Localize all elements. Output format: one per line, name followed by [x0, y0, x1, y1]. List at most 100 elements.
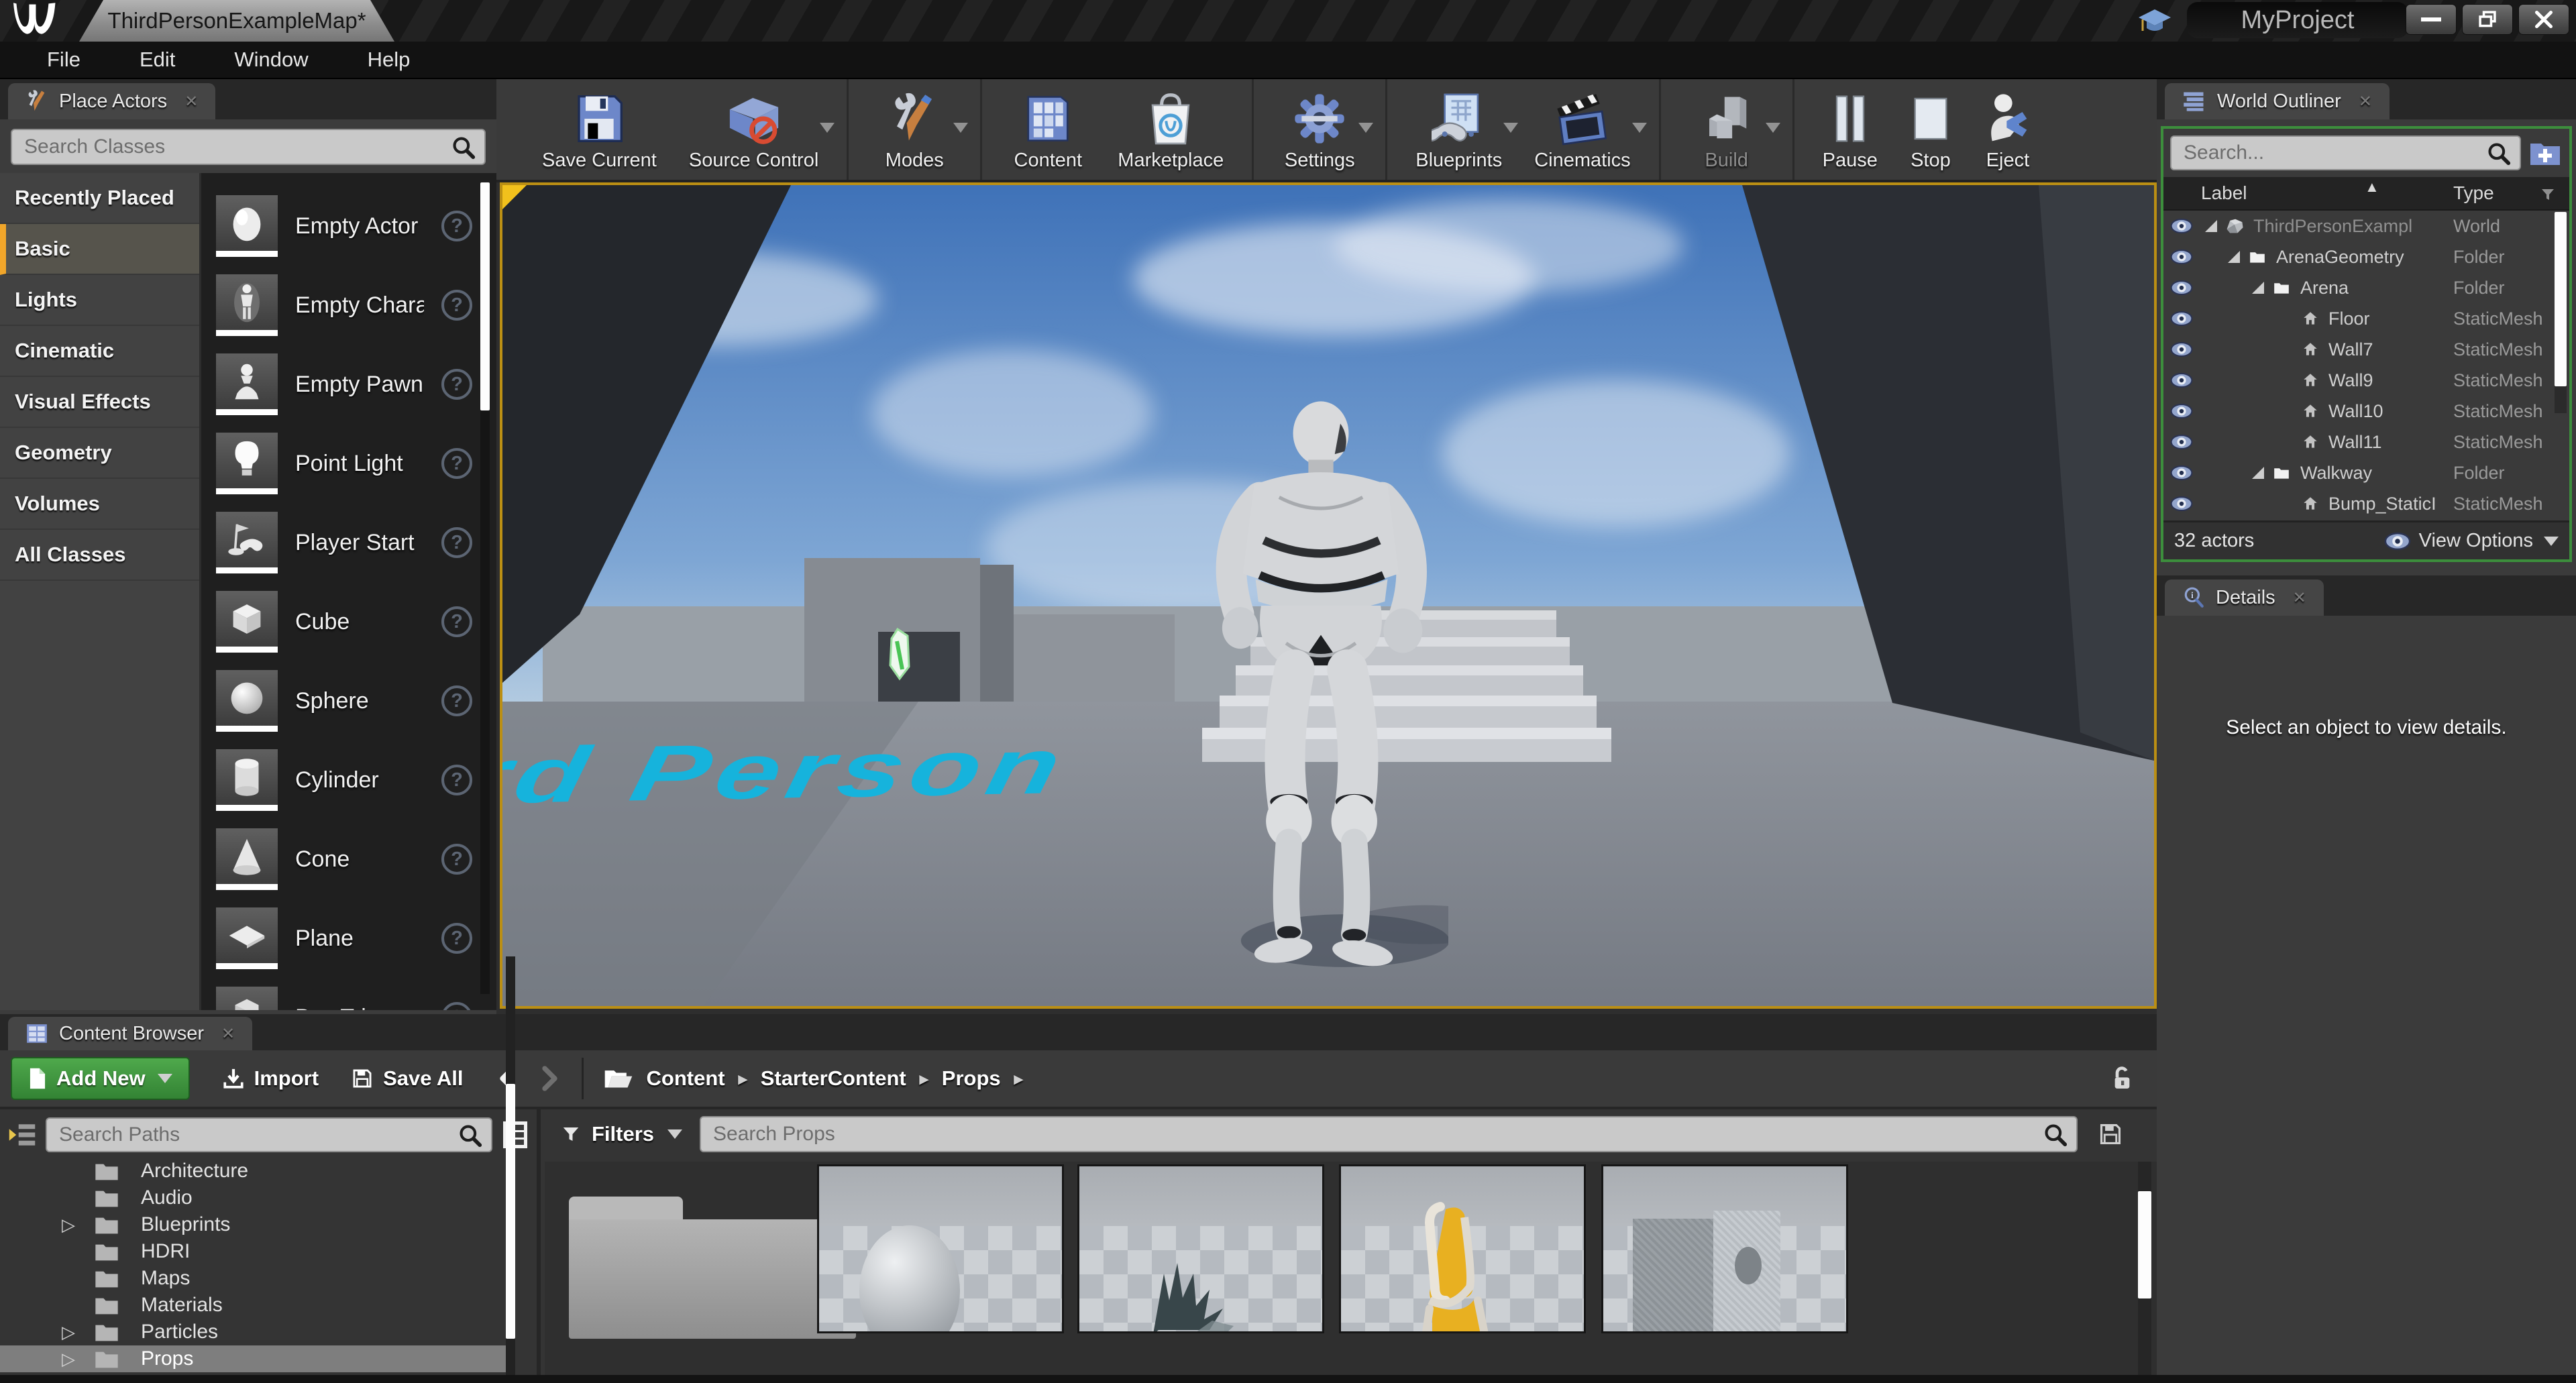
visibility-eye-icon[interactable] — [2170, 218, 2193, 234]
category-cinematic[interactable]: Cinematic — [0, 326, 199, 377]
breadcrumb-startercontent[interactable]: StarterContent — [761, 1066, 906, 1091]
eject-button[interactable]: Eject — [1968, 79, 2048, 180]
place-actors-tab[interactable]: Place Actors ✕ — [8, 83, 216, 119]
cinematics-dropdown-caret[interactable] — [1631, 123, 1647, 133]
create-folder-icon[interactable] — [2528, 138, 2563, 168]
visibility-eye-icon[interactable] — [2170, 341, 2193, 357]
visibility-eye-icon[interactable] — [2170, 465, 2193, 481]
build-dropdown-caret[interactable] — [1765, 123, 1780, 133]
forward-arrow-icon[interactable] — [535, 1065, 561, 1092]
search-assets-input[interactable] — [701, 1117, 2076, 1151]
visibility-eye-icon[interactable] — [2170, 372, 2193, 388]
category-recently-placed[interactable]: Recently Placed — [0, 173, 199, 224]
close-button[interactable] — [2518, 4, 2569, 35]
modes-button[interactable]: Modes — [861, 79, 969, 180]
folder-blueprints[interactable]: ▷ Blueprints — [0, 1211, 537, 1238]
scrollbar-thumb[interactable] — [2138, 1191, 2151, 1298]
outliner-search-input[interactable] — [2171, 137, 2520, 169]
collapse-sources-icon[interactable] — [7, 1121, 38, 1149]
table-row[interactable]: Floor StaticMesh — [2163, 303, 2569, 334]
category-lights[interactable]: Lights — [0, 275, 199, 326]
tree-scrollbar[interactable] — [506, 956, 515, 1383]
table-row[interactable]: Wall9 StaticMesh — [2163, 365, 2569, 396]
source-control-dropdown-caret[interactable] — [820, 123, 835, 133]
help-icon[interactable]: ? — [441, 606, 472, 637]
column-label[interactable]: Label — [2163, 182, 2247, 204]
visibility-eye-icon[interactable] — [2170, 249, 2193, 265]
visibility-eye-icon[interactable] — [2170, 311, 2193, 327]
settings-button[interactable]: Settings — [1266, 79, 1374, 180]
list-item[interactable]: Empty Charac ? — [216, 266, 496, 345]
folder-architecture[interactable]: Architecture — [0, 1158, 537, 1184]
stop-button[interactable]: Stop — [1894, 79, 1968, 180]
blueprints-button[interactable]: Blueprints — [1399, 79, 1519, 180]
save-all-button[interactable]: Save All — [351, 1066, 464, 1091]
list-item[interactable]: Plane ? — [216, 899, 496, 978]
expand-arrow-icon[interactable]: ▷ — [62, 1215, 75, 1235]
menu-edit[interactable]: Edit — [110, 41, 205, 78]
folder-materials[interactable]: Materials — [0, 1292, 537, 1319]
asset-concrete-block-tile[interactable] — [1601, 1164, 1848, 1333]
asset-sphere-tile[interactable] — [817, 1164, 1064, 1333]
outliner-scrollbar[interactable] — [2555, 212, 2567, 413]
help-icon[interactable]: ? — [441, 1002, 472, 1010]
breadcrumb-content[interactable]: Content — [647, 1066, 725, 1091]
add-new-button[interactable]: Add New — [11, 1057, 190, 1100]
details-tab[interactable]: i Details ✕ — [2165, 579, 2324, 616]
help-icon[interactable]: ? — [441, 685, 472, 716]
asset-plant-tile[interactable] — [1077, 1164, 1324, 1333]
place-actors-scrollbar[interactable] — [480, 182, 490, 994]
save-search-icon[interactable] — [2098, 1121, 2123, 1147]
build-button[interactable]: Build — [1673, 79, 1780, 180]
scrollbar-thumb[interactable] — [2555, 212, 2567, 386]
search-paths-input[interactable] — [47, 1119, 491, 1151]
title-bar[interactable]: ThirdPersonExampleMap* MyProject — [0, 0, 2576, 42]
visibility-eye-icon[interactable] — [2170, 434, 2193, 450]
details-close-icon[interactable]: ✕ — [2293, 588, 2306, 608]
category-basic[interactable]: Basic — [0, 224, 199, 275]
list-item[interactable]: Box Trigger ? — [216, 978, 496, 1010]
sort-ascending-icon[interactable]: ▲ — [2365, 178, 2379, 196]
table-row[interactable]: Walkway Folder — [2163, 457, 2569, 488]
folder-particles[interactable]: ▷ Particles — [0, 1319, 537, 1345]
type-filter-icon[interactable] — [2539, 186, 2557, 203]
expander-icon[interactable] — [2252, 282, 2264, 294]
help-icon[interactable]: ? — [441, 290, 472, 321]
help-icon[interactable]: ? — [441, 369, 472, 400]
search-classes-input[interactable] — [12, 130, 484, 164]
expander-icon[interactable] — [2252, 467, 2264, 479]
unlocked-lock-icon[interactable] — [2107, 1064, 2134, 1093]
world-outliner-close-icon[interactable]: ✕ — [2359, 92, 2372, 111]
visibility-eye-icon[interactable] — [2170, 280, 2193, 296]
tutorial-cap-icon[interactable] — [2136, 5, 2174, 38]
content-browser-close-icon[interactable]: ✕ — [221, 1024, 235, 1044]
sources-view-options-icon[interactable] — [500, 1119, 530, 1151]
filters-button[interactable]: Filters — [592, 1122, 654, 1146]
category-visual-effects[interactable]: Visual Effects — [0, 377, 199, 428]
list-item[interactable]: Sphere ? — [216, 661, 496, 740]
outliner-view-options[interactable]: View Options — [2384, 530, 2559, 552]
visibility-eye-icon[interactable] — [2170, 496, 2193, 512]
category-geometry[interactable]: Geometry — [0, 428, 199, 479]
list-item[interactable]: Empty Actor ? — [216, 186, 496, 266]
content-button[interactable]: Content — [994, 79, 1102, 180]
help-icon[interactable]: ? — [441, 211, 472, 241]
modes-dropdown-caret[interactable] — [953, 123, 969, 133]
menu-help[interactable]: Help — [338, 41, 440, 78]
table-row[interactable]: ThirdPersonExampl World — [2163, 211, 2569, 241]
scrollbar-thumb[interactable] — [480, 182, 490, 410]
world-outliner-tab[interactable]: World Outliner ✕ — [2165, 83, 2390, 119]
list-item[interactable]: Point Light ? — [216, 424, 496, 503]
asset-folder-tile[interactable] — [569, 1197, 856, 1339]
list-item[interactable]: Cylinder ? — [216, 740, 496, 820]
menu-file[interactable]: File — [17, 41, 110, 78]
content-browser-tab[interactable]: Content Browser ✕ — [8, 1017, 253, 1050]
help-icon[interactable]: ? — [441, 765, 472, 795]
category-all-classes[interactable]: All Classes — [0, 530, 199, 581]
expand-arrow-icon[interactable]: ▷ — [62, 1349, 75, 1370]
marketplace-button[interactable]: Marketplace — [1102, 79, 1240, 180]
category-volumes[interactable]: Volumes — [0, 479, 199, 530]
blueprints-dropdown-caret[interactable] — [1503, 123, 1519, 133]
save-current-button[interactable]: Save Current — [526, 79, 673, 180]
folder-audio[interactable]: Audio — [0, 1184, 537, 1211]
